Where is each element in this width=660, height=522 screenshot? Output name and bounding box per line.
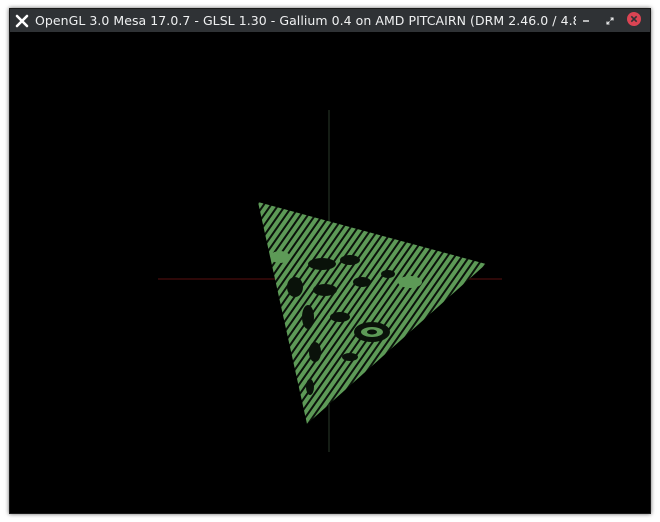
maximize-button[interactable] <box>600 11 620 31</box>
minimize-icon <box>581 11 591 30</box>
textured-triangle <box>258 202 486 424</box>
gl-viewport[interactable] <box>10 32 650 513</box>
minimize-button[interactable] <box>576 11 596 31</box>
gl-scene <box>158 110 502 452</box>
close-button[interactable] <box>624 11 644 31</box>
maximize-icon <box>605 11 615 30</box>
window-title: OpenGL 3.0 Mesa 17.0.7 - GLSL 1.30 - Gal… <box>35 13 576 28</box>
x-app-icon[interactable] <box>11 9 33 32</box>
close-icon <box>626 11 642 31</box>
opengl-window: OpenGL 3.0 Mesa 17.0.7 - GLSL 1.30 - Gal… <box>9 8 651 514</box>
title-bar[interactable]: OpenGL 3.0 Mesa 17.0.7 - GLSL 1.30 - Gal… <box>10 9 650 32</box>
